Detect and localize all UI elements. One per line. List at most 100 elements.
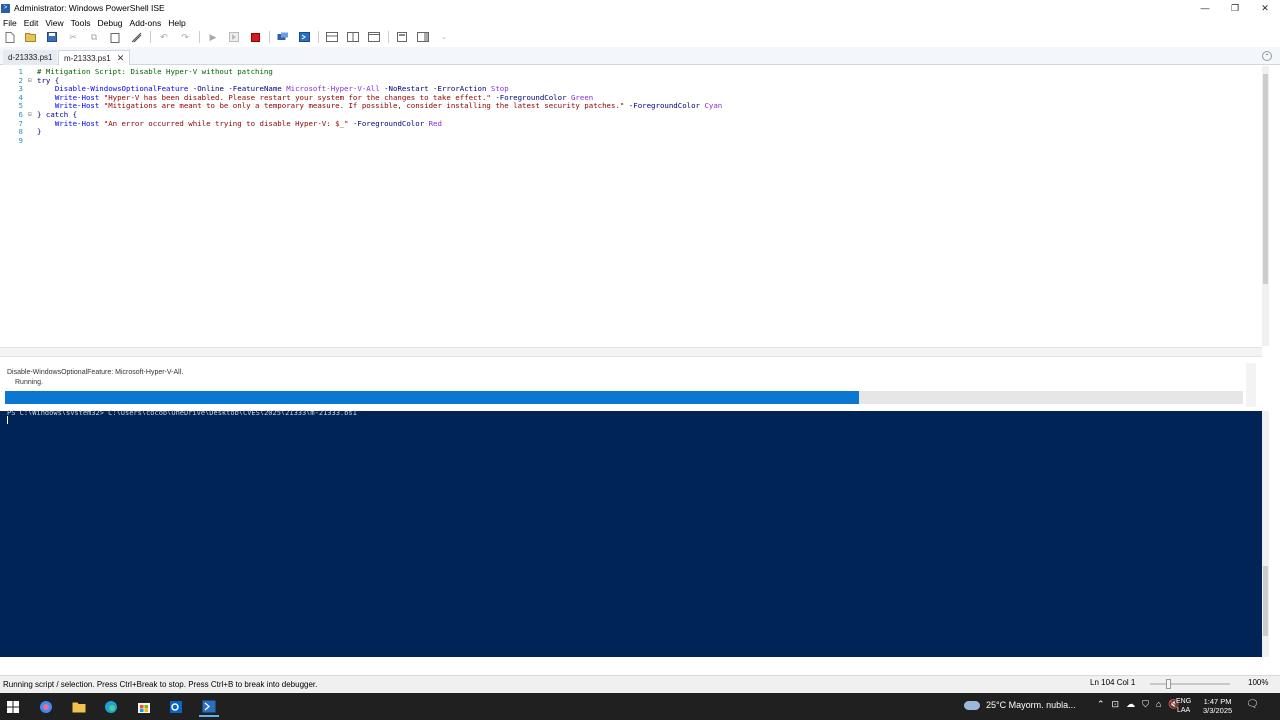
show-script-right-icon[interactable]: [346, 30, 360, 44]
fold-toggle-icon[interactable]: ⊟: [28, 77, 36, 86]
progress-bar: [5, 391, 1243, 404]
zoom-slider-thumb[interactable]: [1166, 679, 1171, 689]
undo-icon[interactable]: ↶: [157, 30, 171, 44]
code-token: }: [37, 127, 42, 137]
zoom-level: 100%: [1248, 678, 1269, 687]
notification-icon[interactable]: 🗨: [1246, 699, 1259, 710]
file-explorer-icon[interactable]: [69, 697, 89, 717]
scrollbar-thumb[interactable]: [1263, 74, 1268, 284]
edge-icon[interactable]: [101, 697, 121, 717]
toolbar-overflow-icon[interactable]: ⌄: [437, 30, 451, 44]
menu-view[interactable]: View: [42, 18, 66, 28]
line-number: 9: [18, 135, 23, 145]
close-tab-icon[interactable]: ✕: [117, 53, 125, 64]
console-pane[interactable]: PS C:\Windows\system32> C:\Users\cocop\O…: [0, 410, 1262, 657]
line-number-gutter: 123456789: [0, 67, 24, 145]
code-token: Cyan: [704, 101, 723, 111]
collapse-script-pane-icon[interactable]: ⌃: [1262, 51, 1272, 61]
cursor-position: Ln 104 Col 1: [1090, 678, 1136, 687]
toolbar-separator: [318, 31, 319, 43]
cloud-icon: [964, 700, 980, 710]
progress-status: Running.: [15, 379, 44, 386]
minimize-button[interactable]: —: [1190, 0, 1220, 16]
pane-splitter[interactable]: [0, 347, 1262, 357]
code-token: "An error occurred while trying to disab…: [99, 118, 349, 128]
code-line[interactable]: Write-Host "An error occurred while tryi…: [37, 118, 722, 129]
progress-bar-fill: [5, 391, 860, 404]
fold-toggle-icon[interactable]: ⊟: [28, 111, 36, 120]
copilot-icon[interactable]: [36, 697, 56, 717]
new-file-icon[interactable]: [3, 30, 17, 44]
run-script-icon[interactable]: ▶: [206, 30, 220, 44]
console-caret: [7, 416, 8, 424]
onedrive-icon[interactable]: ☁: [1126, 699, 1135, 710]
menu-bar: File Edit View Tools Debug Add-ons Help: [0, 16, 1280, 29]
code-token: "Mitigations are meant to be only a temp…: [99, 101, 625, 111]
meet-now-icon[interactable]: ⊡: [1112, 699, 1120, 710]
editor-vertical-scrollbar[interactable]: [1262, 66, 1269, 346]
menu-help[interactable]: Help: [165, 18, 188, 28]
code-token: # Mitigation Script: Disable Hyper-V wit…: [37, 67, 273, 76]
toolbar-separator: [388, 31, 389, 43]
menu-debug[interactable]: Debug: [94, 18, 125, 28]
progress-activity: Disable-WindowsOptionalFeature: Microsof…: [7, 369, 184, 376]
windows-taskbar: 25°C Mayorm. nubla... ⌃ ⊡ ☁ ⛉ ⌂ 🔇 ENG LA…: [0, 693, 1280, 720]
clock[interactable]: 1:47 PM 3/3/2025: [1203, 697, 1232, 715]
start-icon[interactable]: [3, 697, 23, 717]
cut-icon[interactable]: ✂: [66, 30, 80, 44]
weather-widget[interactable]: 25°C Mayorm. nubla...: [964, 700, 1076, 710]
powershell-console-icon[interactable]: [297, 30, 311, 44]
run-selection-icon[interactable]: [227, 30, 241, 44]
clear-icon[interactable]: [129, 30, 143, 44]
status-message: Running script / selection. Press Ctrl+B…: [3, 680, 318, 689]
open-file-icon[interactable]: [24, 30, 38, 44]
script-editor[interactable]: 123456789 ⊟ ⊟ # Mitigation Script: Disab…: [0, 66, 1262, 346]
close-button[interactable]: ✕: [1250, 0, 1280, 16]
stop-icon[interactable]: [248, 30, 262, 44]
show-command-addon-icon[interactable]: [416, 30, 430, 44]
zoom-slider[interactable]: [1150, 683, 1230, 685]
clock-date: 3/3/2025: [1203, 706, 1233, 715]
console-prompt-line: PS C:\Windows\system32> C:\Users\cocop\O…: [7, 410, 357, 415]
restore-button[interactable]: ❐: [1220, 0, 1250, 16]
save-icon[interactable]: [45, 30, 59, 44]
code-area[interactable]: # Mitigation Script: Disable Hyper-V wit…: [37, 67, 722, 146]
console-vertical-scrollbar[interactable]: [1262, 411, 1269, 657]
language-indicator[interactable]: ENG LAA: [1176, 697, 1191, 715]
system-tray: ⌃ ⊡ ☁ ⛉ ⌂ 🔇: [1097, 699, 1187, 710]
show-hidden-icons-icon[interactable]: ⌃: [1097, 699, 1105, 710]
clock-time: 1:47 PM: [1203, 697, 1232, 706]
code-line[interactable]: Write-Host "Mitigations are meant to be …: [37, 102, 722, 111]
tab-m-21333[interactable]: m-21333.ps1 ✕: [58, 50, 131, 65]
progress-scrollbar[interactable]: [1246, 363, 1256, 407]
tab-d-21333[interactable]: d-21333.ps1: [3, 50, 58, 65]
network-icon[interactable]: ⌂: [1156, 699, 1161, 710]
remote-powershell-icon[interactable]: [276, 30, 290, 44]
code-token: -ForegroundColor: [348, 118, 429, 128]
scrollbar-thumb[interactable]: [1263, 566, 1268, 636]
show-script-maximized-icon[interactable]: [367, 30, 381, 44]
toolbar-separator: [199, 31, 200, 43]
menu-add-ons[interactable]: Add-ons: [127, 18, 165, 28]
tab-label: d-21333.ps1: [8, 53, 53, 62]
powershell-ise-icon[interactable]: [199, 697, 219, 717]
code-line[interactable]: # Mitigation Script: Disable Hyper-V wit…: [37, 67, 722, 77]
fold-markers: ⊟ ⊟: [28, 68, 36, 145]
code-line[interactable]: }: [37, 127, 722, 137]
show-script-top-icon[interactable]: [325, 30, 339, 44]
redo-icon[interactable]: ↷: [178, 30, 192, 44]
code-line[interactable]: [37, 137, 722, 146]
security-icon[interactable]: ⛉: [1142, 699, 1149, 710]
language-primary: ENG: [1176, 698, 1192, 705]
show-command-window-icon[interactable]: [395, 30, 409, 44]
paste-icon[interactable]: [108, 30, 122, 44]
copy-icon[interactable]: ⧉: [87, 30, 101, 44]
toolbar-separator: [150, 31, 151, 43]
menu-tools[interactable]: Tools: [68, 18, 94, 28]
script-tab-strip: d-21333.ps1 m-21333.ps1 ✕ ⌃: [0, 47, 1280, 65]
outlook-icon[interactable]: [166, 697, 186, 717]
tab-label: m-21333.ps1: [64, 53, 111, 63]
store-icon[interactable]: [134, 697, 154, 717]
menu-edit[interactable]: Edit: [21, 18, 42, 28]
menu-file[interactable]: File: [0, 18, 20, 28]
